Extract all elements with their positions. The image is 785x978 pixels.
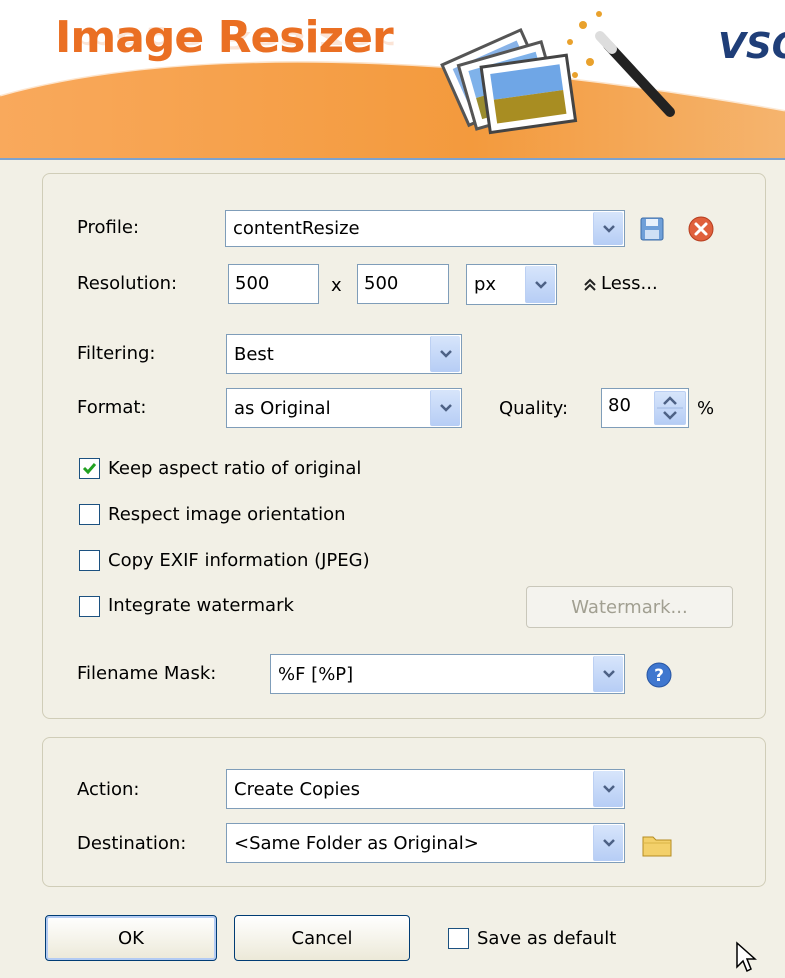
watermark-button[interactable]: Watermark... <box>526 586 733 628</box>
copy-exif-label: Copy EXIF information (JPEG) <box>108 550 370 571</box>
chevron-down-icon[interactable] <box>593 825 623 861</box>
save-default-checkbox[interactable] <box>448 928 469 949</box>
less-link[interactable]: Less... <box>601 273 658 294</box>
filename-mask-label: Filename Mask: <box>77 663 217 684</box>
help-icon[interactable]: ? <box>645 661 673 689</box>
respect-orientation-label: Respect image orientation <box>108 504 346 525</box>
width-input[interactable]: 500 <box>228 264 319 304</box>
save-profile-icon[interactable] <box>639 216 665 242</box>
filtering-value: Best <box>234 343 274 365</box>
filtering-label: Filtering: <box>77 343 156 364</box>
chevron-down-icon[interactable] <box>593 771 623 807</box>
action-value: Create Copies <box>234 778 360 800</box>
stepper-arrows-icon <box>657 396 683 420</box>
resolution-label: Resolution: <box>77 273 178 294</box>
destination-value: <Same Folder as Original> <box>234 832 479 854</box>
height-input[interactable]: 500 <box>357 264 449 304</box>
action-select[interactable]: Create Copies <box>226 769 625 809</box>
chevron-down-icon[interactable] <box>430 336 460 372</box>
resolution-separator: x <box>331 275 342 296</box>
svg-text:?: ? <box>654 666 664 686</box>
quality-stepper[interactable] <box>654 391 686 425</box>
check-icon <box>82 463 97 475</box>
respect-orientation-checkbox[interactable] <box>79 504 100 525</box>
format-value: as Original <box>234 397 331 419</box>
format-select[interactable]: as Original <box>226 388 462 428</box>
save-default-label: Save as default <box>477 928 617 949</box>
output-settings-group <box>42 737 766 887</box>
chevron-down-icon[interactable] <box>593 212 623 245</box>
cancel-button[interactable]: Cancel <box>234 915 410 961</box>
destination-select[interactable]: <Same Folder as Original> <box>226 823 625 863</box>
unit-select[interactable]: px <box>466 264 557 305</box>
quality-label: Quality: <box>499 398 569 419</box>
chevron-down-icon[interactable] <box>593 656 623 692</box>
filename-mask-select[interactable]: %F [%P] <box>270 654 625 694</box>
app-title-reflection: Image Resizer <box>55 25 393 54</box>
resize-settings-group <box>42 173 766 719</box>
delete-profile-icon[interactable] <box>688 216 714 242</box>
ok-button[interactable]: OK <box>45 915 217 961</box>
profile-select[interactable]: contentResize <box>225 210 625 247</box>
action-label: Action: <box>77 779 140 800</box>
keep-aspect-checkbox[interactable] <box>79 458 100 479</box>
filename-mask-value: %F [%P] <box>278 663 354 685</box>
brand-logo: VSO <box>718 26 785 67</box>
watermark-checkbox[interactable] <box>79 596 100 617</box>
filtering-select[interactable]: Best <box>226 334 462 374</box>
profile-label: Profile: <box>77 217 140 238</box>
collapse-icon[interactable] <box>582 275 598 295</box>
destination-label: Destination: <box>77 833 187 854</box>
format-label: Format: <box>77 397 147 418</box>
unit-value: px <box>474 274 497 295</box>
profile-value: contentResize <box>233 218 360 239</box>
header-banner: Image Resizer Image Resizer VSO <box>0 0 785 160</box>
copy-exif-checkbox[interactable] <box>79 550 100 571</box>
chevron-down-icon[interactable] <box>525 266 555 303</box>
quality-unit: % <box>697 398 715 419</box>
folder-icon[interactable] <box>641 832 673 858</box>
watermark-label: Integrate watermark <box>108 595 294 616</box>
mouse-cursor-icon <box>734 940 760 976</box>
chevron-down-icon[interactable] <box>430 390 460 426</box>
keep-aspect-label: Keep aspect ratio of original <box>108 458 362 479</box>
